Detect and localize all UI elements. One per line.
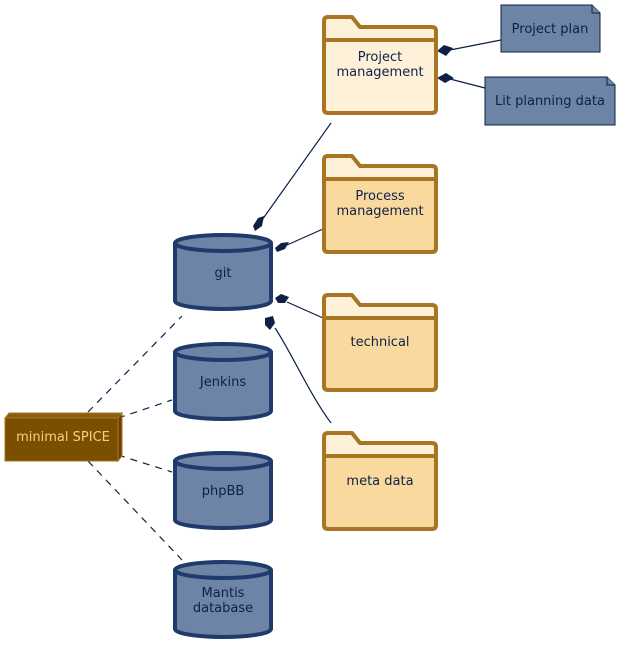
diamond-icon xyxy=(275,294,289,303)
diamond-icon xyxy=(437,45,453,56)
edge-node-git xyxy=(87,315,183,413)
diamond-icon xyxy=(253,216,264,231)
edge-git-technical xyxy=(286,301,324,319)
diamond-icon xyxy=(265,316,275,330)
folder-technical[interactable]: technical xyxy=(322,293,438,392)
database-label: database xyxy=(193,601,253,616)
database-label: git xyxy=(215,266,232,281)
edge-node-mantis xyxy=(87,460,183,561)
folder-label: management xyxy=(336,204,423,219)
folder-label: management xyxy=(336,65,423,80)
folder-label: technical xyxy=(350,335,409,350)
edge-node-phpbb xyxy=(117,454,173,473)
database-label: Mantis xyxy=(202,586,245,601)
database-label: phpBB xyxy=(202,484,245,499)
diagram: minimal SPICE git Jenkins phpBB Mantis d… xyxy=(3,4,616,639)
node-minimal-spice[interactable]: minimal SPICE xyxy=(3,411,124,463)
diamond-icon xyxy=(275,242,289,252)
note-label: Project plan xyxy=(512,22,589,37)
folder-meta-data[interactable]: meta data xyxy=(322,431,438,531)
folder-label: Process xyxy=(355,189,405,204)
database-jenkins[interactable]: Jenkins xyxy=(173,342,273,421)
folder-process-management[interactable]: Process management xyxy=(322,154,438,254)
folder-label: meta data xyxy=(346,474,413,489)
folder-label: Project xyxy=(358,50,402,65)
edge-git-project xyxy=(261,122,332,221)
edge-project-plan xyxy=(449,39,502,51)
node-label: minimal SPICE xyxy=(16,430,110,445)
database-mantis[interactable]: Mantis database xyxy=(173,560,273,639)
database-label: Jenkins xyxy=(199,375,246,390)
note-lit-planning-data[interactable]: Lit planning data xyxy=(484,76,616,126)
edge-git-process xyxy=(286,228,324,246)
edges xyxy=(87,39,502,561)
folder-project-management[interactable]: Project management xyxy=(322,15,438,115)
database-git[interactable]: git xyxy=(173,233,273,311)
edge-project-lit xyxy=(449,78,486,89)
note-label: Lit planning data xyxy=(495,94,605,109)
note-project-plan[interactable]: Project plan xyxy=(500,4,601,53)
diamond-icon xyxy=(437,73,454,83)
database-phpbb[interactable]: phpBB xyxy=(173,451,273,530)
edge-node-jenkins xyxy=(117,399,173,419)
